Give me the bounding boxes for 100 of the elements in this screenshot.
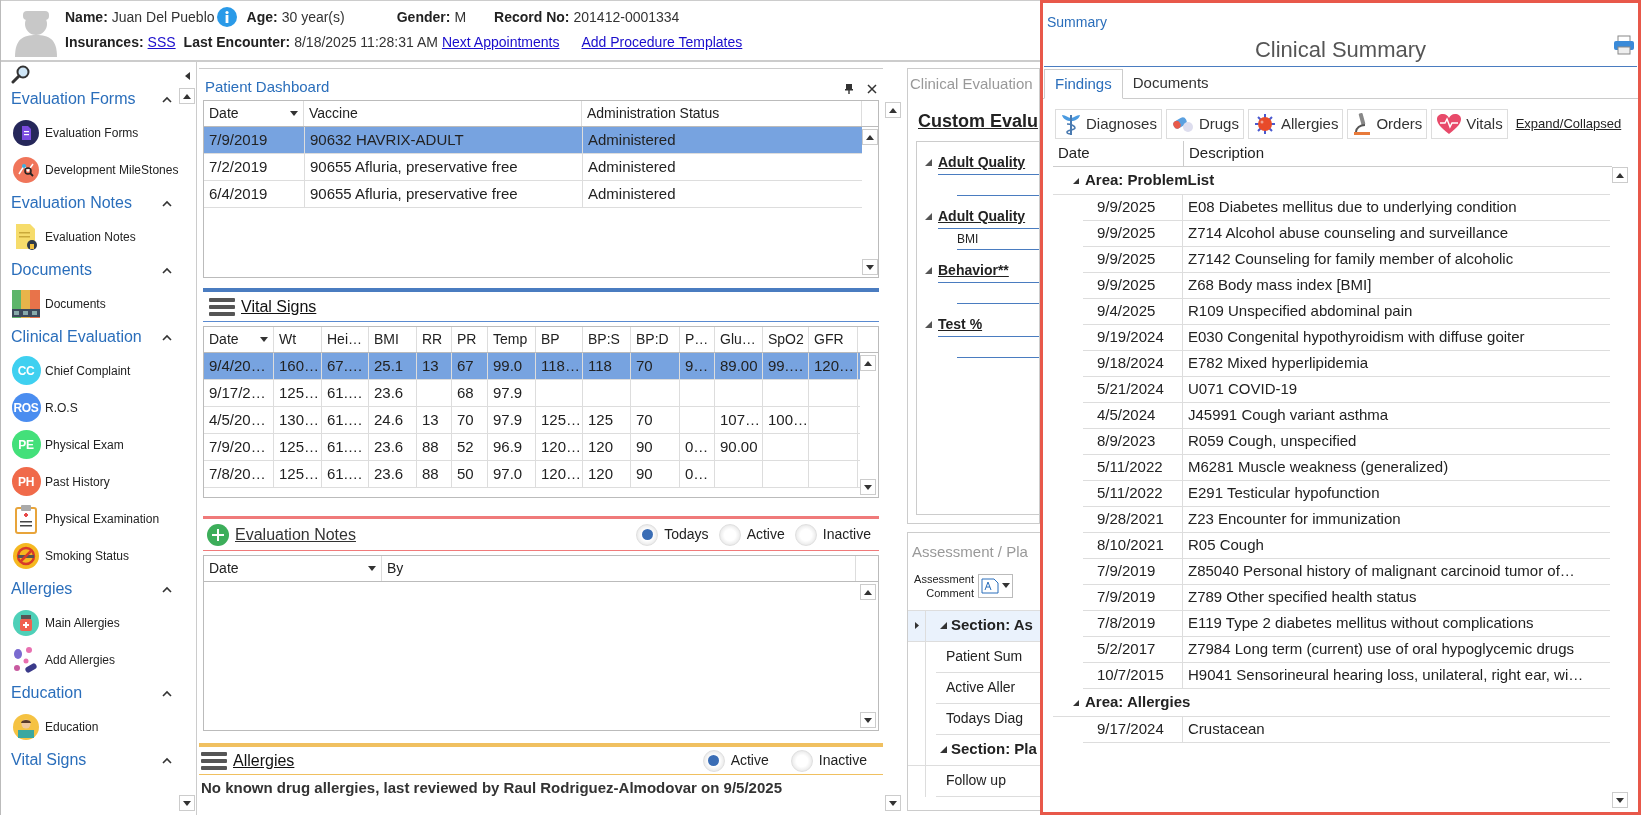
collapse-icon[interactable] xyxy=(940,622,947,629)
sidebar-item[interactable]: PE Physical Exam xyxy=(11,426,179,463)
tree-item[interactable]: Patient Sum xyxy=(936,641,1040,673)
pin-icon[interactable] xyxy=(845,84,853,94)
expanded-icon[interactable] xyxy=(925,267,932,274)
section-title[interactable]: Test % xyxy=(938,314,983,335)
close-icon[interactable] xyxy=(867,84,877,94)
collapse-icon[interactable] xyxy=(162,756,173,764)
table-row[interactable]: 7/8/20… 125… 61.… 23.6 88 50 97.0 120… 120 90 0… xyxy=(204,461,860,488)
sidebar-item[interactable]: PH Past History xyxy=(11,463,179,500)
column-header[interactable]: P… xyxy=(680,327,715,352)
column-header[interactable]: BP:D xyxy=(631,327,680,352)
menu-icon[interactable] xyxy=(201,750,227,771)
sidebar-item[interactable]: Evaluation Notes xyxy=(11,218,179,255)
sidebar-item[interactable]: Documents xyxy=(11,285,179,322)
column-header[interactable]: BMI xyxy=(369,327,417,352)
tree-item[interactable]: Active Aller xyxy=(936,672,1040,704)
scroll-down-button[interactable] xyxy=(862,259,878,275)
sidebar-item[interactable]: Main Allergies xyxy=(11,604,179,641)
column-header[interactable]: Hei… xyxy=(322,327,369,352)
sidebar-item[interactable]: Physical Examination xyxy=(11,500,179,537)
filter-button[interactable]: Diagnoses xyxy=(1055,109,1162,139)
column-header[interactable]: Administration Status xyxy=(582,101,862,126)
scroll-up-button[interactable] xyxy=(860,355,876,371)
sidebar-item[interactable]: Education xyxy=(11,708,179,745)
sidebar-item[interactable]: Smoking Status xyxy=(11,537,179,574)
link[interactable]: Expand/Collapsed xyxy=(1515,114,1622,134)
column-header[interactable]: Date xyxy=(204,101,304,126)
expanded-icon[interactable] xyxy=(925,213,932,220)
sidebar-item[interactable]: Add Allergies xyxy=(11,641,179,678)
section-title[interactable]: Adult Quality xyxy=(938,152,1026,173)
section-title[interactable]: Allergies xyxy=(233,748,295,773)
collapse-icon[interactable] xyxy=(162,689,173,697)
column-header[interactable]: Temp xyxy=(488,327,536,352)
sidebar-item[interactable]: Evaluation Forms xyxy=(11,114,179,151)
sidebar-item[interactable]: Development MileStones xyxy=(11,151,179,188)
collapse-icon[interactable] xyxy=(162,95,173,103)
link[interactable]: Add Procedure Templates xyxy=(581,31,743,53)
tree-row[interactable]: Section: Pla xyxy=(908,734,1040,766)
section-title[interactable]: Vital Signs xyxy=(241,294,317,319)
tab[interactable]: Findings xyxy=(1044,69,1123,99)
column-header[interactable]: Wt xyxy=(274,327,322,352)
scroll-down-button[interactable] xyxy=(860,479,876,495)
link[interactable]: Next Appointments xyxy=(441,31,560,53)
collapse-icon[interactable] xyxy=(162,585,173,593)
tree-row[interactable]: Section: As xyxy=(908,610,1040,642)
filter-button[interactable]: Vitals xyxy=(1431,109,1508,139)
column-header[interactable]: GFR xyxy=(809,327,858,352)
scroll-down-button[interactable] xyxy=(860,712,876,728)
radio-button[interactable]: Active xyxy=(714,523,789,546)
scroll-up-button[interactable] xyxy=(179,88,196,104)
info-icon[interactable] xyxy=(216,7,237,27)
scroll-down-button[interactable] xyxy=(885,795,901,811)
filter-button[interactable]: Orders xyxy=(1347,109,1428,139)
scroll-up-button[interactable] xyxy=(860,584,876,600)
search-icon[interactable] xyxy=(11,64,31,84)
radio-button[interactable]: Active xyxy=(698,749,773,772)
scroll-down-button[interactable] xyxy=(179,795,196,811)
collapse-icon[interactable] xyxy=(162,333,173,341)
tree-item[interactable]: Follow up xyxy=(936,765,1040,797)
scroll-up-button[interactable] xyxy=(1612,167,1628,183)
collapse-icon[interactable] xyxy=(940,746,947,753)
section-title[interactable]: Adult Quality xyxy=(938,206,1026,227)
format-dropdown[interactable] xyxy=(978,573,1013,598)
collapse-panel-icon[interactable] xyxy=(184,72,190,80)
column-header[interactable]: Vaccine xyxy=(304,101,582,126)
column-header[interactable]: Date xyxy=(1053,141,1183,166)
section-title[interactable]: Evaluation Notes xyxy=(235,522,356,547)
sort-icon[interactable] xyxy=(368,566,376,571)
collapse-icon[interactable] xyxy=(162,266,173,274)
column-header[interactable]: SpO2 xyxy=(763,327,809,352)
section-title[interactable]: Behavior** xyxy=(938,260,1009,281)
table-row[interactable]: 9/17/2… 125… 61.… 23.6 68 97.9 xyxy=(204,380,860,407)
radio-button[interactable]: Inactive xyxy=(790,523,875,546)
printer-icon[interactable] xyxy=(1613,35,1635,55)
collapse-icon[interactable] xyxy=(1073,177,1079,184)
radio-button[interactable]: Inactive xyxy=(786,749,871,772)
collapse-icon[interactable] xyxy=(162,199,173,207)
column-header[interactable]: PR xyxy=(452,327,488,352)
filter-button[interactable]: Drugs xyxy=(1165,109,1244,139)
menu-icon[interactable] xyxy=(209,296,235,317)
table-row[interactable]: 6/4/2019 90655 Afluria, preservative free Administered xyxy=(204,181,862,208)
tab[interactable]: Documents xyxy=(1122,68,1219,98)
scroll-down-button[interactable] xyxy=(1612,792,1628,808)
column-header[interactable]: Description xyxy=(1183,141,1612,166)
tree-item[interactable]: Todays Diag xyxy=(936,703,1040,735)
collapse-icon[interactable] xyxy=(1073,699,1079,706)
table-row[interactable]: 7/9/2019 90632 HAVRIX-ADULT Administered xyxy=(204,127,862,154)
expanded-icon[interactable] xyxy=(925,321,932,328)
link[interactable]: SSS xyxy=(147,31,176,53)
expanded-icon[interactable] xyxy=(925,159,932,166)
sort-icon[interactable] xyxy=(290,111,298,116)
table-row[interactable]: 9/4/20… 160… 67.… 25.1 13 67 99.0 118… 118 70 9… 89.00 99.… 120… xyxy=(204,353,860,380)
column-header[interactable]: BP xyxy=(536,327,583,352)
filter-button[interactable]: Allergies xyxy=(1247,109,1344,139)
column-header[interactable]: RR xyxy=(417,327,452,352)
sidebar-item[interactable]: ROS R.O.S xyxy=(11,389,179,426)
column-header[interactable]: Date xyxy=(204,327,274,352)
scroll-up-button[interactable] xyxy=(862,129,878,145)
column-header[interactable]: BP:S xyxy=(583,327,631,352)
